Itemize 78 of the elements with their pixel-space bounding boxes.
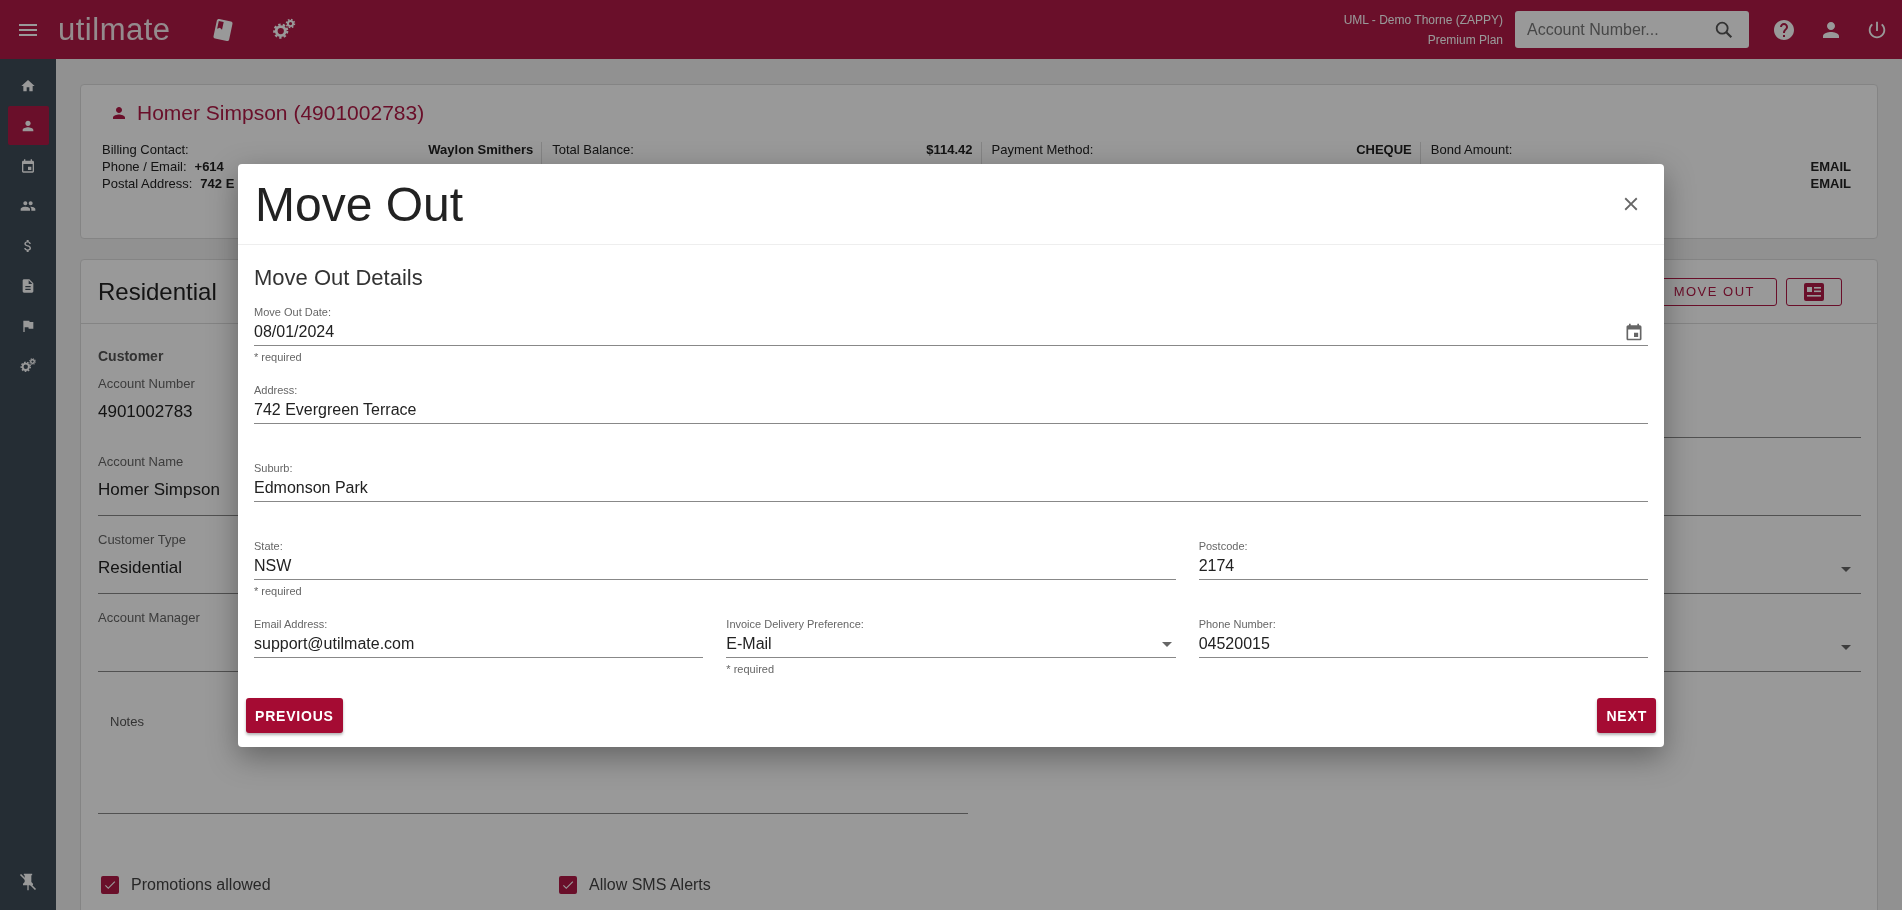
sidebar-item[interactable]: [7, 106, 49, 145]
unpin-icon[interactable]: [18, 872, 38, 892]
info-value: Waylon Smithers: [428, 142, 534, 159]
field-value: 04520015: [1198, 635, 1270, 653]
field-value: NSW: [254, 557, 292, 575]
gears-icon[interactable]: [19, 356, 37, 375]
account-name: UML - Demo Thorne (ZAPPY): [1343, 11, 1503, 29]
home-icon: [20, 77, 36, 94]
section-title: Customer: [98, 348, 164, 364]
select-field[interactable]: Invoice Delivery Preference: E-Mail: [726, 617, 1176, 658]
help-icon[interactable]: [1772, 17, 1796, 42]
input-field[interactable]: Phone Number: 04520015: [1198, 617, 1648, 658]
checkbox[interactable]: [559, 876, 577, 894]
search-icon[interactable]: [1713, 19, 1735, 41]
field-value: 2174: [1198, 557, 1235, 575]
card-title: Residential: [98, 277, 217, 306]
field-value: Residential: [98, 558, 183, 578]
field-label: Account Manager: [98, 610, 200, 627]
field-value: 08/01/2024: [254, 323, 335, 341]
field-value: 742 Evergreen Terrace: [254, 401, 417, 419]
info-value: EMAIL: [1810, 159, 1851, 176]
customer-name: Homer Simpson (4901002783): [137, 101, 425, 125]
input-field[interactable]: Suburb: Edmonson Park: [254, 461, 1648, 502]
field-label: Postcode:: [1198, 539, 1249, 553]
input-field[interactable]: State: NSW: [254, 539, 1176, 580]
field-label: Notes: [110, 714, 144, 729]
input-field[interactable]: Address: 742 Evergreen Terrace: [254, 383, 1648, 424]
checkbox-label: Promotions allowed: [131, 876, 271, 894]
field-hint: * required: [254, 351, 303, 363]
calendar-icon: [20, 157, 36, 174]
field-label: Account Name: [98, 454, 184, 471]
field-label: Phone Number:: [1198, 617, 1277, 631]
dropdown-arrow-icon: [1841, 567, 1851, 572]
document-icon: [20, 277, 36, 294]
info-label: Payment Method:: [991, 142, 1094, 159]
plan-name: Premium Plan: [1427, 31, 1503, 49]
field-value: 4901002783: [98, 402, 193, 422]
person-icon: [110, 104, 128, 122]
info-label: Billing Contact:: [102, 142, 189, 159]
field-label: Account Number: [98, 376, 195, 393]
dropdown-arrow-icon: [1841, 645, 1851, 650]
checkbox-label: Allow SMS Alerts: [589, 876, 711, 894]
input-field[interactable]: Email Address: support@utilmate.com: [254, 617, 704, 658]
next-button[interactable]: NEXT: [1597, 698, 1656, 733]
info-label: Bond Amount:: [1430, 142, 1513, 159]
field-hint: * required: [726, 663, 776, 675]
info-label: Total Balance:: [552, 142, 634, 159]
field-value: Edmonson Park: [254, 479, 368, 497]
info-value: CHEQUE: [1356, 142, 1412, 159]
field-label: Customer Type: [98, 532, 186, 549]
previous-button[interactable]: PREVIOUS: [246, 698, 343, 733]
checkbox[interactable]: [101, 876, 119, 894]
info-value: EMAIL: [1810, 176, 1851, 193]
field-value: support@utilmate.com: [254, 635, 415, 653]
field-value: Homer Simpson: [98, 480, 220, 500]
field-hint: * required: [254, 585, 303, 597]
contact-card-button[interactable]: [1786, 277, 1842, 306]
field-label: Move Out Date:: [254, 305, 333, 319]
section-title: Move Out Details: [254, 265, 424, 291]
info-value: $114.42: [926, 142, 973, 159]
field-value: E-Mail: [726, 635, 772, 653]
field-label: State:: [254, 539, 284, 553]
logo[interactable]: utilmate: [58, 11, 171, 48]
field-label: Suburb:: [254, 461, 294, 475]
contact-card-icon: [1804, 282, 1824, 301]
info-value: +614: [194, 159, 224, 176]
field-label: Address:: [254, 383, 299, 397]
search-field[interactable]: Account Number...: [1515, 11, 1749, 48]
dropdown-arrow-icon: [1161, 641, 1172, 647]
input-field[interactable]: Postcode: 2174: [1198, 539, 1648, 580]
dialog-title: Move Out: [255, 176, 464, 232]
field-label: Email Address:: [254, 617, 329, 631]
calendar-icon[interactable]: [1624, 322, 1644, 342]
info-label: Postal Address:: [102, 176, 193, 193]
info-label: Phone / Email:: [102, 159, 187, 176]
info-value: 742 E: [200, 176, 235, 193]
date-field[interactable]: Move Out Date: 08/01/2024: [254, 305, 1648, 346]
field-label: Invoice Delivery Preference:: [726, 617, 865, 631]
